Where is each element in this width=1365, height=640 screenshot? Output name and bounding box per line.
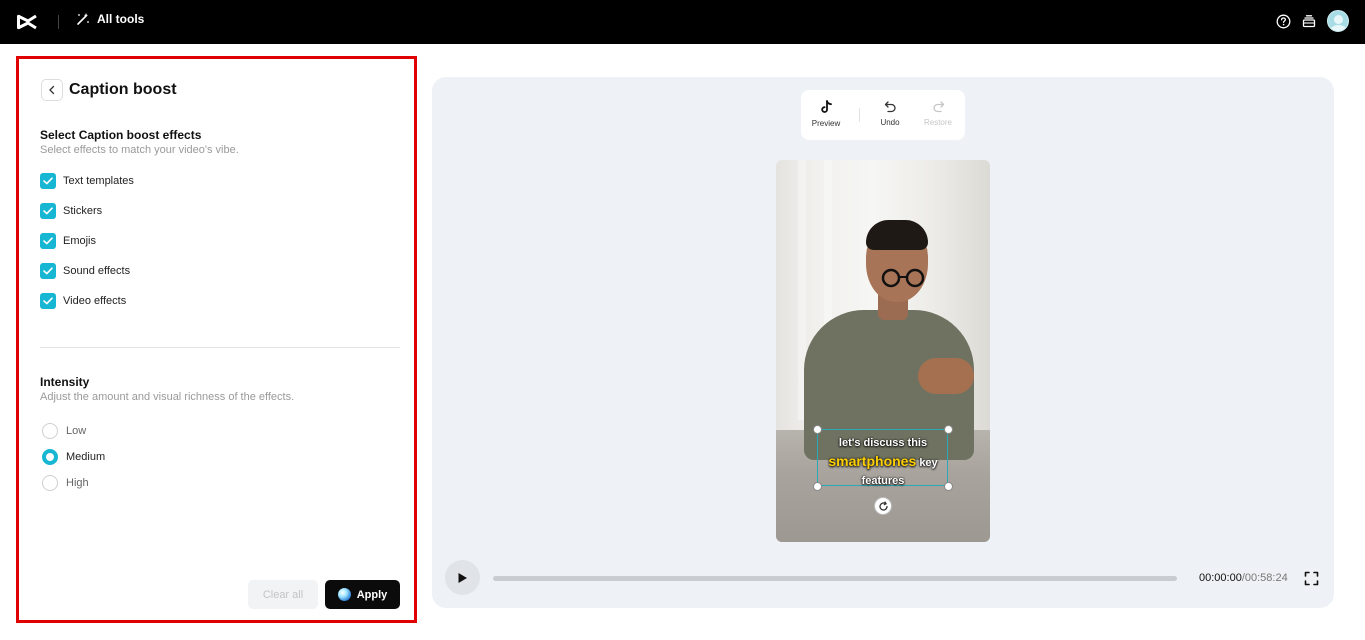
playback-time: 00:00:00/00:58:24 [1199, 572, 1288, 584]
video-frame[interactable]: let's discuss this smartphones key featu… [776, 160, 990, 542]
chevron-left-icon [49, 85, 55, 95]
effect-option-label: Video effects [63, 295, 127, 307]
checkbox-checked[interactable] [40, 203, 56, 219]
radio-button-selected[interactable] [42, 449, 58, 465]
apply-button[interactable]: Apply [325, 580, 400, 609]
radio-button[interactable] [42, 423, 58, 439]
all-tools-button[interactable]: All tools [76, 12, 144, 26]
effect-option-label: Stickers [63, 205, 103, 217]
check-icon [43, 207, 53, 215]
toolbar-divider [859, 108, 860, 122]
caption-line-1: let's discuss this [838, 437, 928, 449]
check-icon [43, 177, 53, 185]
effect-option-sound-effects[interactable]: Sound effects [40, 263, 130, 279]
effects-section-title: Select Caption boost effects [40, 128, 202, 142]
effect-option-text-templates[interactable]: Text templates [40, 173, 134, 189]
checkbox-checked[interactable] [40, 263, 56, 279]
magic-wand-icon [77, 13, 89, 25]
back-button[interactable] [41, 79, 63, 101]
caption-text: let's discuss this smartphones key featu… [812, 434, 954, 490]
check-icon [43, 267, 53, 275]
effect-option-emojis[interactable]: Emojis [40, 233, 96, 249]
play-button[interactable] [445, 560, 480, 595]
caption-line-2-rest: key [919, 457, 938, 469]
intensity-option-label: High [66, 477, 89, 489]
person-hands [918, 358, 974, 394]
redo-icon [932, 101, 944, 113]
tiktok-icon [820, 100, 832, 113]
undo-label: Undo [880, 118, 900, 127]
resize-handle[interactable] [944, 425, 953, 434]
section-divider [40, 347, 400, 348]
effects-section-subtitle: Select effects to match your video's vib… [40, 144, 239, 156]
intensity-section-title: Intensity [40, 375, 90, 389]
time-total: /00:58:24 [1241, 572, 1288, 584]
restore-label: Restore [923, 118, 952, 127]
video-preview-area: Preview Undo Restore let's discuss this … [432, 77, 1334, 608]
checkbox-checked[interactable] [40, 173, 56, 189]
playback-progress-bar[interactable] [493, 576, 1177, 581]
checkbox-checked[interactable] [40, 293, 56, 309]
fullscreen-icon[interactable] [1304, 571, 1319, 586]
caption-line-3: features [861, 475, 905, 487]
clear-all-button[interactable]: Clear all [248, 580, 318, 609]
effect-option-label: Sound effects [63, 265, 131, 277]
avatar[interactable] [1327, 10, 1349, 32]
help-icon[interactable] [1275, 13, 1291, 29]
effect-option-label: Text templates [63, 175, 134, 187]
top-bar: All tools [0, 0, 1365, 44]
intensity-option-label: Low [66, 425, 87, 437]
checkbox-checked[interactable] [40, 233, 56, 249]
intensity-option-label: Medium [66, 451, 106, 463]
restore-tool[interactable]: Restore [918, 100, 958, 127]
radio-button[interactable] [42, 475, 58, 491]
all-tools-label: All tools [97, 12, 145, 26]
preview-tool[interactable]: Preview [806, 100, 846, 128]
capcut-logo-icon[interactable] [16, 11, 38, 33]
ai-orb-icon [337, 588, 351, 601]
intensity-option-medium[interactable]: Medium [42, 449, 105, 465]
time-current: 00:00:00 [1199, 572, 1242, 584]
effect-option-stickers[interactable]: Stickers [40, 203, 102, 219]
effect-option-label: Emojis [63, 235, 97, 247]
apply-label: Apply [356, 588, 388, 601]
caption-line-2: smartphones key [812, 452, 954, 472]
intensity-option-high[interactable]: High [42, 475, 89, 491]
intensity-section-subtitle: Adjust the amount and visual richness of… [40, 391, 295, 403]
panel-title: Caption boost [69, 81, 177, 98]
preview-toolbar: Preview Undo Restore [801, 90, 965, 140]
preview-label: Preview [811, 119, 841, 128]
stack-icon[interactable] [1301, 13, 1317, 29]
undo-tool[interactable]: Undo [870, 100, 910, 127]
person-glasses [881, 268, 925, 288]
topbar-divider [58, 15, 59, 29]
caption-highlight-word: smartphones [828, 453, 917, 469]
rotate-icon[interactable] [874, 497, 892, 515]
undo-icon [884, 101, 896, 113]
play-icon [458, 572, 467, 583]
check-icon [43, 297, 53, 305]
effect-option-video-effects[interactable]: Video effects [40, 293, 126, 309]
intensity-option-low[interactable]: Low [42, 423, 86, 439]
resize-handle[interactable] [813, 425, 822, 434]
caption-boost-panel: Caption boost Select Caption boost effec… [16, 56, 417, 623]
check-icon [43, 237, 53, 245]
person-hair [866, 220, 928, 250]
